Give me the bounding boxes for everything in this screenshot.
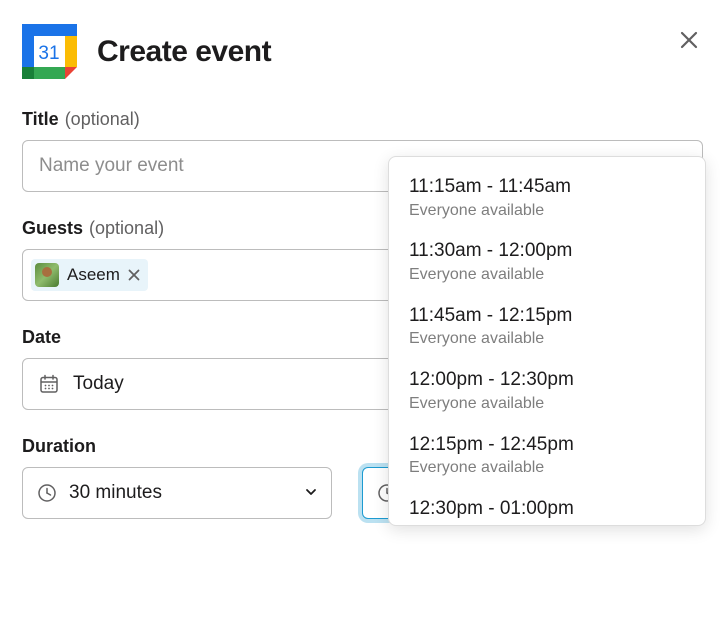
duration-select[interactable]: 30 minutes bbox=[22, 467, 332, 519]
date-label-text: Date bbox=[22, 327, 61, 348]
time-option-sub: Everyone available bbox=[409, 265, 685, 286]
guest-name: Aseem bbox=[67, 265, 120, 285]
time-option-range: 12:15pm - 12:45pm bbox=[409, 432, 685, 459]
date-value: Today bbox=[73, 373, 124, 395]
time-option[interactable]: 11:30am - 12:00pm Everyone available bbox=[389, 231, 705, 295]
title-label: Title (optional) bbox=[22, 109, 703, 130]
title-optional-text: (optional) bbox=[65, 109, 140, 130]
avatar bbox=[35, 263, 59, 287]
title-label-text: Title bbox=[22, 109, 59, 130]
time-option[interactable]: 12:00pm - 12:30pm Everyone available bbox=[389, 360, 705, 424]
time-options-dropdown: 11:15am - 11:45am Everyone available 11:… bbox=[388, 156, 706, 526]
close-button[interactable] bbox=[675, 26, 703, 54]
time-option-range: 11:30am - 12:00pm bbox=[409, 238, 685, 265]
time-option[interactable]: 11:45am - 12:15pm Everyone available bbox=[389, 296, 705, 360]
svg-text:31: 31 bbox=[38, 43, 59, 64]
time-option[interactable]: 12:15pm - 12:45pm Everyone available bbox=[389, 425, 705, 489]
guest-chip: Aseem bbox=[31, 259, 148, 291]
duration-value: 30 minutes bbox=[69, 482, 162, 504]
dialog-title: Create event bbox=[97, 35, 271, 69]
time-option-sub: Everyone available bbox=[409, 394, 685, 415]
time-option-sub: Everyone available bbox=[409, 458, 685, 479]
close-icon bbox=[679, 30, 699, 50]
time-option[interactable]: 11:15am - 11:45am Everyone available bbox=[389, 167, 705, 231]
remove-guest-button[interactable] bbox=[128, 269, 140, 281]
time-option-range: 11:45am - 12:15pm bbox=[409, 303, 685, 330]
time-option-sub: Everyone available bbox=[409, 329, 685, 350]
chevron-down-icon bbox=[305, 482, 317, 504]
calendar-icon bbox=[39, 374, 59, 394]
close-icon bbox=[128, 269, 140, 281]
google-calendar-icon: 31 bbox=[22, 24, 77, 79]
guests-label-text: Guests bbox=[22, 218, 83, 239]
time-option[interactable]: 12:30pm - 01:00pm bbox=[389, 489, 705, 525]
time-option-range: 12:00pm - 12:30pm bbox=[409, 367, 685, 394]
duration-label-text: Duration bbox=[22, 436, 96, 457]
time-option-range: 11:15am - 11:45am bbox=[409, 174, 685, 201]
guests-optional-text: (optional) bbox=[89, 218, 164, 239]
dialog-header: 31 Create event bbox=[22, 24, 703, 79]
time-option-sub: Everyone available bbox=[409, 201, 685, 222]
clock-icon bbox=[37, 483, 57, 503]
time-option-range: 12:30pm - 01:00pm bbox=[409, 496, 685, 523]
